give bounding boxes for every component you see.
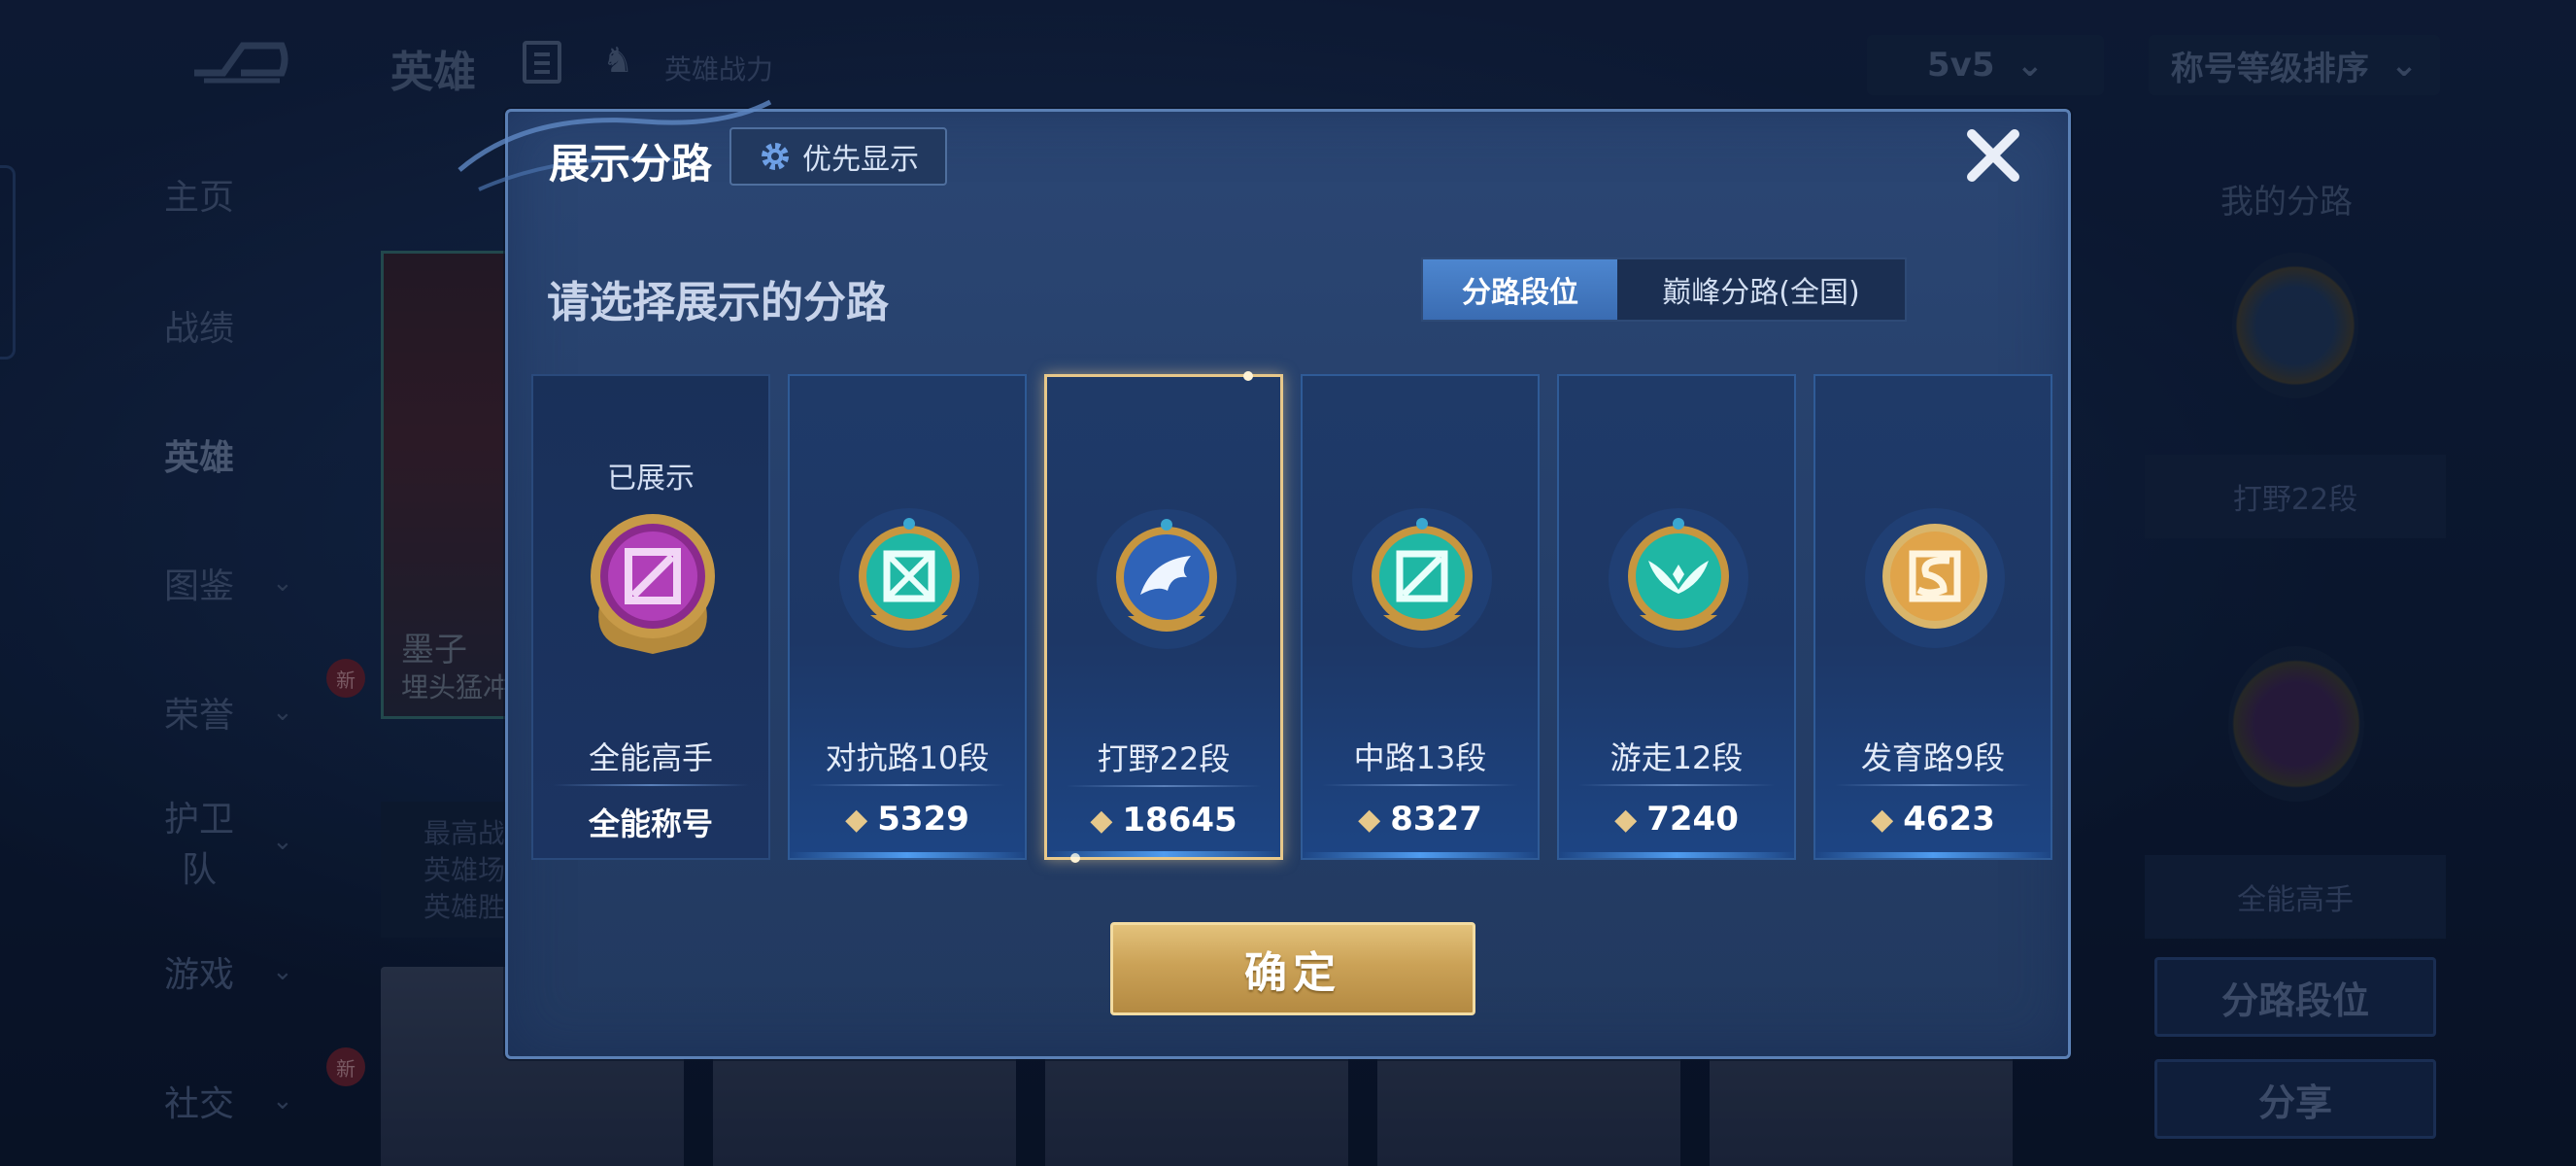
card-glow	[1559, 852, 1794, 858]
gear-icon	[762, 143, 789, 170]
clash-lane-medal-icon	[839, 508, 979, 648]
lane-card-list: 已展示 全能高手 全能称号 对抗路10段 ◆ 5329 打野22段 ◆ 1864…	[531, 371, 2052, 863]
tab-lane-rank[interactable]: 分路段位	[1423, 259, 1617, 320]
jungle-dragon-medal-icon	[1097, 509, 1237, 649]
card-divider	[553, 784, 749, 786]
score-diamond-icon: ◆	[1358, 802, 1381, 837]
card-divider	[809, 784, 1005, 786]
card-divider	[1067, 785, 1261, 787]
purple-medal-icon	[591, 514, 715, 654]
card-glow	[1815, 852, 2051, 858]
card-glow	[1047, 851, 1280, 857]
lane-card-all-round[interactable]: 已展示 全能高手 全能称号	[531, 374, 770, 860]
lane-card-jungle[interactable]: 打野22段 ◆ 18645	[1044, 371, 1283, 863]
mid-lane-medal-icon	[1352, 508, 1492, 648]
lane-name: 打野22段	[1097, 740, 1231, 777]
lane-card-farm[interactable]: 发育路9段 ◆ 4623	[1813, 374, 2052, 860]
score-diamond-icon: ◆	[1871, 802, 1894, 837]
shown-label: 已展示	[607, 462, 695, 496]
lane-score: ◆ 7240	[1559, 800, 1794, 839]
tab-peak-lane[interactable]: 巅峰分路(全国)	[1617, 259, 1905, 320]
title-value: 全能称号	[588, 806, 713, 842]
score-diamond-icon: ◆	[845, 802, 868, 837]
lane-score: ◆ 8327	[1303, 800, 1538, 839]
card-divider	[1578, 784, 1775, 786]
lane-name: 全能高手	[588, 739, 713, 776]
card-glow	[1303, 852, 1538, 858]
roam-wings-medal-icon	[1609, 508, 1748, 648]
score-value: 4623	[1903, 800, 1995, 839]
card-divider	[1322, 784, 1518, 786]
close-button[interactable]	[1959, 121, 2027, 189]
priority-display-button[interactable]: 优先显示	[729, 127, 947, 186]
lane-card-roam[interactable]: 游走12段 ◆ 7240	[1557, 374, 1796, 860]
priority-button-label: 优先显示	[802, 143, 919, 177]
lane-card-clash[interactable]: 对抗路10段 ◆ 5329	[788, 374, 1027, 860]
card-glow	[790, 852, 1025, 858]
lane-display-dialog: 展示分路 优先显示 请选择展示的分路 分路段位 巅峰分路(全国) 已展示 全能高…	[458, 99, 2071, 1059]
lane-score: ◆ 5329	[790, 800, 1025, 839]
score-value: 7240	[1646, 800, 1739, 839]
lane-name: 对抗路10段	[825, 739, 990, 776]
select-prompt: 请选择展示的分路	[547, 278, 889, 327]
score-value: 5329	[877, 800, 969, 839]
selection-dot	[1243, 371, 1253, 381]
lane-card-mid[interactable]: 中路13段 ◆ 8327	[1301, 374, 1540, 860]
lane-name: 中路13段	[1353, 739, 1487, 776]
dialog-title: 展示分路	[549, 140, 713, 188]
farm-lane-medal-icon	[1865, 508, 2005, 648]
lane-name: 发育路9段	[1860, 739, 2006, 776]
close-icon	[1967, 129, 2019, 182]
score-value: 18645	[1122, 801, 1237, 840]
lane-tab-switch: 分路段位 巅峰分路(全国)	[1421, 257, 1907, 322]
score-value: 8327	[1390, 800, 1482, 839]
card-divider	[1835, 784, 2031, 786]
score-diamond-icon: ◆	[1090, 803, 1113, 838]
lane-name: 游走12段	[1610, 739, 1744, 776]
confirm-button[interactable]: 确定	[1110, 922, 1475, 1015]
lane-score: ◆ 18645	[1047, 801, 1280, 840]
score-diamond-icon: ◆	[1614, 802, 1638, 837]
lane-score: ◆ 4623	[1815, 800, 2051, 839]
